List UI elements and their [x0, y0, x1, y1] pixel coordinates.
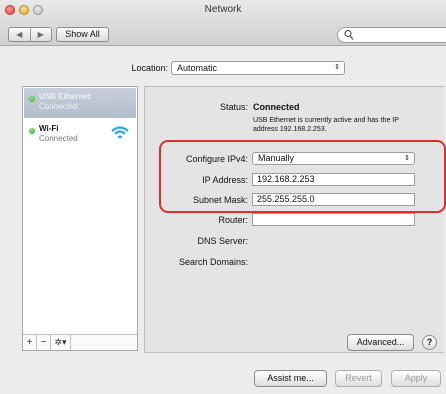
sidebar-toolbar: + − ✲▾	[23, 334, 137, 350]
configure-ipv4-select[interactable]: Manually ⇕	[252, 152, 415, 165]
show-all-button[interactable]: Show All	[56, 27, 109, 42]
search-field[interactable]	[337, 27, 446, 43]
help-button[interactable]: ?	[422, 335, 437, 350]
service-status: Connected	[39, 134, 78, 143]
forward-button[interactable]: ▶	[29, 28, 52, 41]
ip-address-label: IP Address:	[202, 175, 248, 185]
remove-service-button[interactable]: −	[37, 335, 51, 350]
location-label: Location:	[131, 63, 168, 73]
dns-server-label: DNS Server:	[197, 236, 248, 246]
network-preferences-window: Network ◀ ▶ Show All Location: Automatic…	[0, 0, 446, 394]
back-arrow-icon: ◀	[16, 30, 23, 39]
service-status: Connected	[39, 102, 78, 111]
router-field[interactable]	[252, 213, 415, 226]
status-description: USB Ethernet is currently active and has…	[253, 117, 399, 133]
search-domains-label: Search Domains:	[178, 257, 248, 267]
configure-ipv4-value: Manually	[258, 153, 295, 163]
subnet-mask-field[interactable]: 255.255.255.0	[252, 193, 415, 206]
back-forward-group: ◀ ▶	[8, 27, 52, 42]
ip-address-field[interactable]: 192.168.2.253	[252, 173, 415, 186]
updown-arrows-icon: ⇕	[404, 155, 410, 162]
title-bar: Network ◀ ▶ Show All	[0, 0, 446, 46]
location-select[interactable]: Automatic ⇕	[171, 61, 345, 75]
add-service-button[interactable]: +	[23, 335, 37, 350]
network-services-list: USB Ethernet Connected Wi-Fi Connected +…	[22, 86, 138, 351]
back-button[interactable]: ◀	[9, 28, 30, 41]
status-value: Connected	[253, 102, 300, 112]
location-value: Automatic	[177, 63, 218, 73]
gear-menu-button[interactable]: ✲▾	[51, 335, 71, 350]
advanced-button[interactable]: Advanced...	[347, 334, 414, 351]
apply-button[interactable]: Apply	[391, 370, 441, 387]
wifi-icon	[111, 126, 129, 139]
status-dot-icon	[29, 96, 35, 102]
search-icon	[344, 29, 354, 40]
status-dot-icon	[29, 128, 35, 134]
router-label: Router:	[218, 215, 248, 225]
subnet-mask-label: Subnet Mask:	[192, 195, 248, 205]
status-label: Status:	[219, 102, 248, 112]
service-item-usb-ethernet[interactable]: USB Ethernet Connected	[24, 88, 136, 118]
service-item-wifi[interactable]: Wi-Fi Connected	[24, 120, 136, 150]
window-title: Network	[204, 4, 242, 15]
revert-button[interactable]: Revert	[335, 370, 382, 387]
service-name: Wi-Fi	[39, 124, 59, 133]
ethernet-icon	[116, 97, 128, 107]
gear-icon: ✲▾	[54, 337, 67, 347]
configure-ipv4-label: Configure IPv4:	[185, 154, 248, 164]
forward-arrow-icon: ▶	[37, 30, 44, 39]
assist-me-button[interactable]: Assist me...	[254, 370, 327, 387]
updown-arrows-icon: ⇕	[334, 64, 340, 71]
service-name: USB Ethernet	[39, 92, 91, 101]
